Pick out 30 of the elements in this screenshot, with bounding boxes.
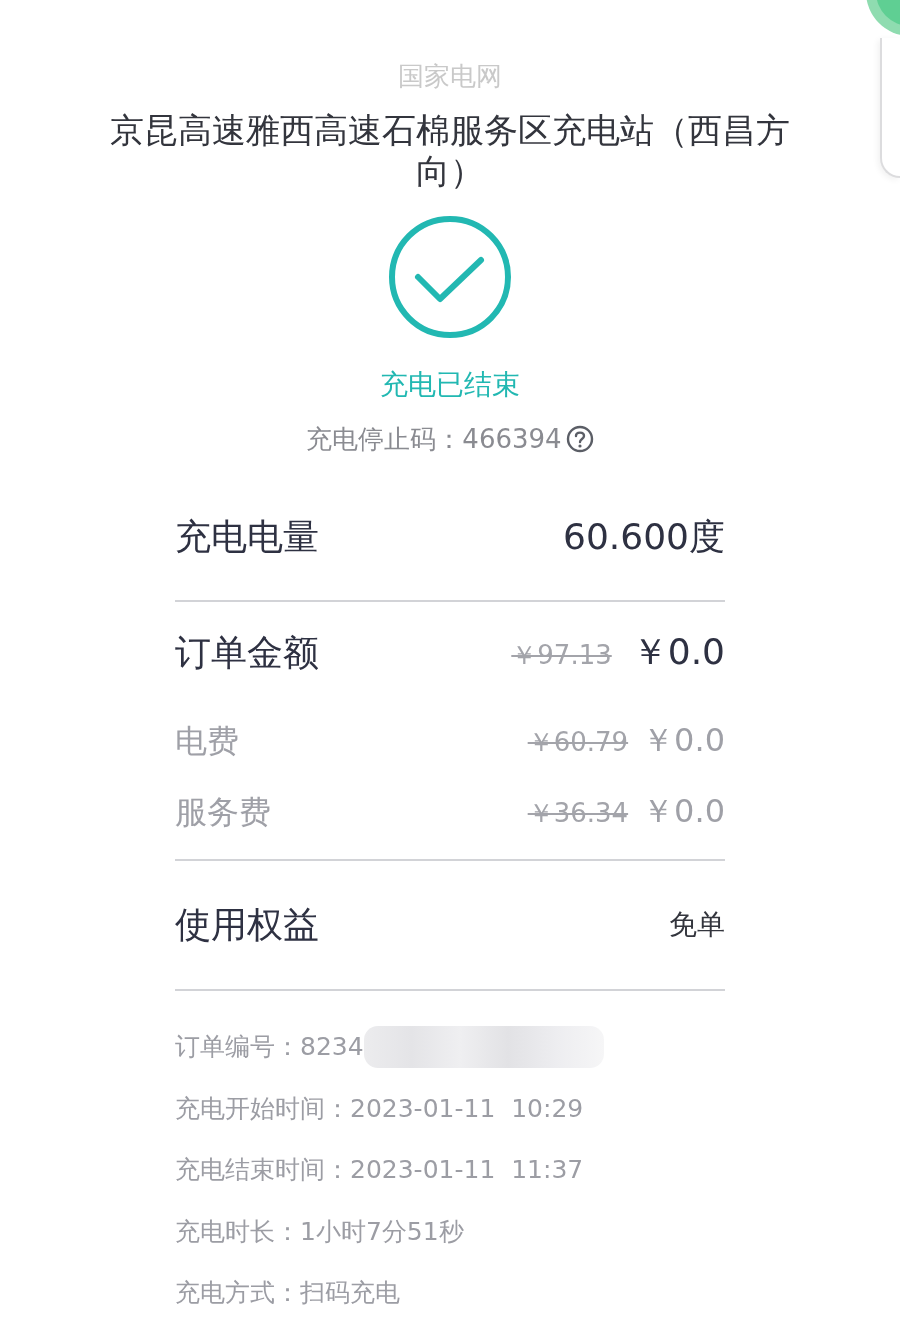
detail-label: 充电时长： bbox=[175, 1215, 300, 1248]
original-price: ￥97.13 bbox=[511, 638, 612, 672]
paid-price: ￥0.0 bbox=[631, 629, 725, 674]
detail-value: 1小时7分51秒 bbox=[300, 1215, 464, 1248]
benefit-value: 免单 bbox=[669, 907, 725, 943]
energy-value: 60.600度 bbox=[563, 515, 725, 559]
stop-code-label: 充电停止码： bbox=[306, 423, 463, 456]
paid-price: ￥0.0 bbox=[642, 720, 725, 761]
order-amount-label: 订单金额 bbox=[175, 631, 319, 675]
stop-code: 466394 bbox=[462, 423, 562, 456]
fee-label: 服务费 bbox=[175, 792, 271, 833]
station-title: 京昆高速雅西高速石棉服务区充电站（西昌方向） bbox=[109, 110, 791, 192]
detail-value: 2023-01-11 10:29 bbox=[350, 1092, 584, 1125]
original-price: ￥60.79 bbox=[527, 726, 629, 759]
energy-label: 充电电量 bbox=[175, 515, 319, 559]
benefit-label: 使用权益 bbox=[175, 903, 319, 947]
check-circle-icon bbox=[388, 215, 512, 339]
status-text: 充电已结束 bbox=[380, 367, 520, 403]
detail-value: 2023-01-11 11:37 bbox=[350, 1154, 584, 1186]
side-panel[interactable] bbox=[880, 38, 900, 178]
paid-price: ￥0.0 bbox=[642, 791, 725, 832]
detail-value: 扫码充电 bbox=[300, 1277, 400, 1309]
original-price: ￥36.34 bbox=[527, 797, 629, 830]
detail-label: 订单编号： bbox=[175, 1031, 300, 1063]
detail-value: 8234 bbox=[300, 1031, 364, 1063]
detail-label: 充电结束时间： bbox=[175, 1154, 350, 1186]
detail-label: 充电开始时间： bbox=[175, 1092, 350, 1125]
help-icon[interactable] bbox=[565, 425, 594, 453]
detail-label: 充电方式： bbox=[175, 1277, 300, 1309]
fee-label: 电费 bbox=[175, 721, 239, 762]
